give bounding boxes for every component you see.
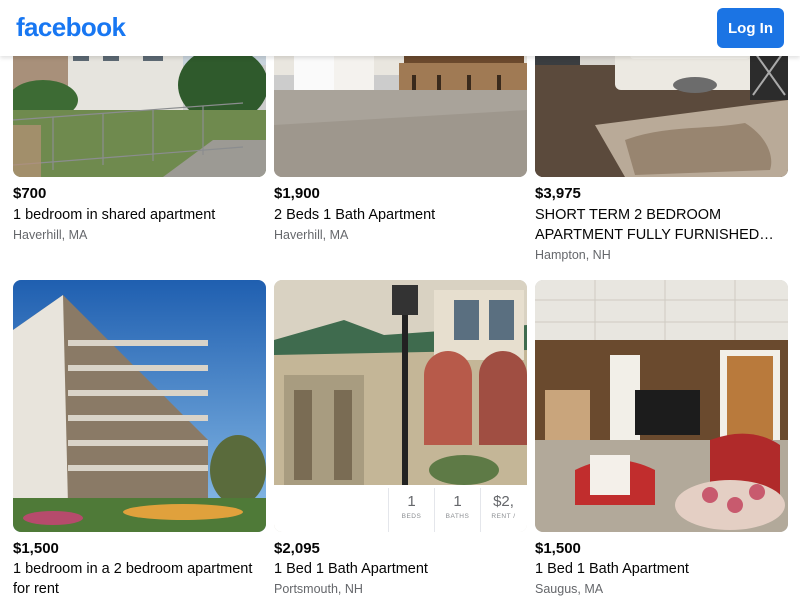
listing-photo[interactable] — [535, 280, 788, 532]
rent-label: RENT / — [491, 513, 516, 520]
listing-location: Hampton, NH — [535, 248, 611, 262]
listing-price: $1,500 — [535, 540, 581, 557]
listing-title: 1 bedroom in shared apartment — [13, 207, 216, 223]
listing-location: Haverhill, MA — [13, 228, 88, 242]
listing-price: $700 — [13, 185, 47, 202]
listing-card[interactable]: $1,500 1 bedroom in a 2 bedroom apartmen… — [13, 280, 266, 597]
listing-title: 1 bedroom in a 2 bedroom apartment for r… — [13, 561, 253, 597]
listing-title: 1 Bed 1 Bath Apartment — [535, 561, 689, 577]
listing-price: $1,500 — [13, 540, 59, 557]
beds-stat: 1 BEDS — [388, 488, 434, 532]
listing-location: Haverhill, MA — [274, 228, 349, 242]
login-button[interactable]: Log In — [717, 8, 784, 48]
beds-label: BEDS — [401, 513, 422, 520]
baths-stat: 1 BATHS — [434, 488, 480, 532]
listing-photo[interactable]: 1 BEDS 1 BATHS $2, RENT / — [274, 280, 527, 532]
listing-location: Saugus, MA — [535, 582, 604, 596]
baths-count: 1 — [453, 493, 462, 510]
top-navigation-bar: facebook Log In — [0, 0, 800, 56]
listing-stats-bar: 1 BEDS 1 BATHS $2, RENT / — [388, 488, 527, 532]
rent-stat: $2, RENT / — [480, 488, 526, 532]
baths-label: BATHS — [445, 513, 470, 520]
listing-title: 1 Bed 1 Bath Apartment — [274, 561, 428, 577]
beds-count: 1 — [407, 493, 416, 510]
listing-price: $2,095 — [274, 540, 320, 557]
listing-price: $1,900 — [274, 185, 320, 202]
listing-card[interactable]: $1,500 1 Bed 1 Bath Apartment Saugus, MA — [535, 280, 788, 596]
rent-amount: $2, — [493, 493, 514, 510]
listing-location: Portsmouth, NH — [274, 582, 363, 596]
listing-title: SHORT TERM 2 BEDROOM APARTMENT FULLY FUR… — [535, 207, 760, 243]
facebook-logo[interactable]: facebook — [16, 12, 126, 43]
listing-card[interactable]: 1 BEDS 1 BATHS $2, RENT / $2,095 1 Bed 1… — [274, 280, 527, 596]
listing-price: $3,975 — [535, 185, 581, 202]
listing-photo[interactable] — [13, 280, 266, 532]
listing-title: 2 Beds 1 Bath Apartment — [274, 207, 436, 223]
